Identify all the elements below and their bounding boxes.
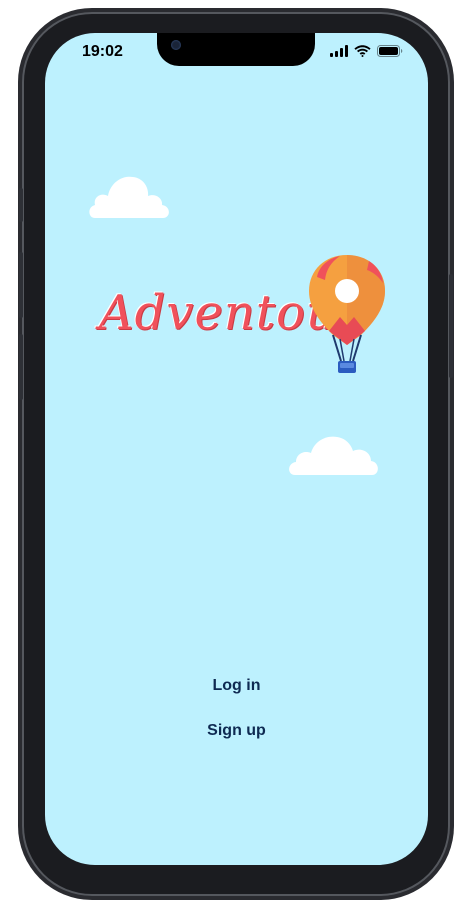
battery-icon [377,45,403,57]
status-time: 19:02 [82,43,123,60]
status-icons [330,45,403,57]
cloud-icon [89,176,169,218]
signal-icon [330,45,348,57]
login-button[interactable]: Log in [45,677,428,695]
power-button [449,274,453,378]
signup-button[interactable]: Sign up [45,722,428,740]
wifi-icon [354,45,371,57]
notch [157,33,315,66]
hot-air-balloon-pin-icon [309,255,385,373]
app-screen: 19:02 Adventour Log in Sign up [45,33,428,865]
volume-up-button [19,252,23,318]
silent-switch [19,188,23,222]
cloud-icon [289,436,378,475]
volume-down-button [19,334,23,400]
front-camera [171,40,181,50]
